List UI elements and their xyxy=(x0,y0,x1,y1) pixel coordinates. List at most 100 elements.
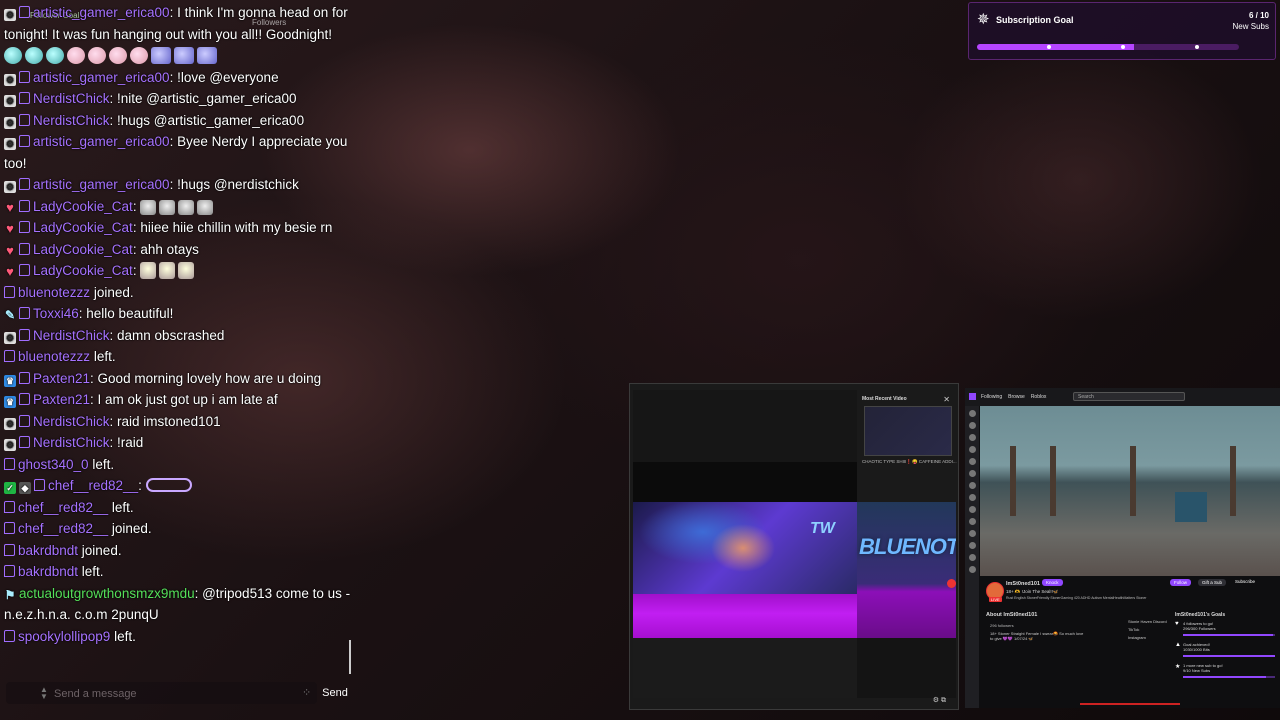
twitch-search-input[interactable]: Search xyxy=(1073,392,1185,401)
chat-input-container[interactable]: ▲▼ ⁘ xyxy=(6,682,317,704)
subscribe-button[interactable]: Subscribe xyxy=(1235,579,1255,584)
chat-username[interactable]: Paxten21 xyxy=(33,392,90,407)
chat-username[interactable]: bluenotezzz xyxy=(18,349,90,364)
chat-message: ✓ ◆ chef__red82__: xyxy=(4,475,354,497)
banner-artwork xyxy=(633,502,857,594)
chat-message-text: left. xyxy=(78,564,104,579)
sidebar-channel-avatar[interactable] xyxy=(969,554,976,561)
channel-name[interactable]: ImSt0ned101 xyxy=(1006,581,1040,587)
emote-icon xyxy=(109,47,127,64)
emote-icon xyxy=(197,199,214,215)
chat-username[interactable]: NerdistChick xyxy=(33,328,110,343)
stream-tags[interactable]: Rust English StonerFriendly StonerGaming… xyxy=(1006,596,1146,600)
channel-links: Stonie Haven Discord TikTok Instagram xyxy=(1128,618,1167,642)
sidebar-channel-avatar[interactable] xyxy=(969,518,976,525)
chat-username[interactable]: NerdistChick xyxy=(33,113,110,128)
sidebar-channel-avatar[interactable] xyxy=(969,446,976,453)
sidebar-channel-avatar[interactable] xyxy=(969,410,976,417)
chat-username[interactable]: LadyCookie_Cat xyxy=(33,220,133,235)
chat-username[interactable]: artistic_gamer_erica00 xyxy=(33,134,170,149)
sidebar-channel-avatar[interactable] xyxy=(969,494,976,501)
sidebar-channel-avatar[interactable] xyxy=(969,470,976,477)
panel-a-content xyxy=(633,638,857,698)
sidebar-channel-avatar[interactable] xyxy=(969,434,976,441)
chat-message: ♥ LadyCookie_Cat: hiiee hiie chillin with… xyxy=(4,217,354,239)
goal-item-bar xyxy=(1183,634,1275,636)
chat-username[interactable]: bakrdbndt xyxy=(18,543,78,558)
close-icon[interactable]: ✕ xyxy=(943,395,950,404)
chat-username[interactable]: bluenotezzz xyxy=(18,285,90,300)
chat-username[interactable]: NerdistChick xyxy=(33,414,110,429)
chat-message: spookylollipop9 left. xyxy=(4,626,354,648)
twitch-nav-item[interactable]: Following xyxy=(981,394,1002,400)
twitch-logo-icon[interactable] xyxy=(969,393,976,400)
game-scene-box xyxy=(1175,492,1207,522)
chat-username[interactable]: artistic_gamer_erica00 xyxy=(33,177,170,192)
gift-sub-button[interactable]: Gift a Sub xyxy=(1198,579,1227,586)
chat-message-text: joined. xyxy=(108,521,152,536)
prime-badge-icon xyxy=(19,436,30,448)
goal-item: 1 more new sub to go! 9/10 New Subs xyxy=(1183,663,1223,673)
vip-badge-icon: ⚙ xyxy=(4,9,16,21)
chat-username[interactable]: actualoutgrowthonsmzx9mdu xyxy=(19,586,195,601)
chat-username[interactable]: Toxxi46 xyxy=(33,306,79,321)
goal-item: Goal achieved! 1030/1000 Bits xyxy=(1183,642,1210,652)
twitch-nav-item[interactable]: Roblox xyxy=(1031,394,1047,400)
chat-message-text: : !love @everyone xyxy=(169,69,279,85)
chevron-updown-icon[interactable]: ▲ ▼ xyxy=(40,686,48,701)
emote-icon xyxy=(140,199,157,215)
chat-username[interactable]: chef__red82__ xyxy=(18,500,108,515)
chat-username[interactable]: chef__red82__ xyxy=(48,478,138,493)
chat-message: ⚙ artistic_gamer_erica00: !hugs @nerdistc… xyxy=(4,174,354,196)
sidebar-channel-avatar[interactable] xyxy=(969,422,976,429)
chat-username[interactable]: chef__red82__ xyxy=(18,521,108,536)
chat-message: ♛ Paxten21: Good morning lovely how are u… xyxy=(4,368,354,390)
followers-count: 296 followers xyxy=(990,623,1014,628)
sidebar-channel-avatar[interactable] xyxy=(969,458,976,465)
chat-message-text: : !hugs @nerdistchick xyxy=(169,177,299,192)
chat-message: bakrdbndt left. xyxy=(4,561,354,583)
chat-username[interactable]: LadyCookie_Cat xyxy=(33,199,133,214)
emote-icon xyxy=(88,47,106,64)
sidebar-channel-avatar[interactable] xyxy=(969,530,976,537)
recent-video-card[interactable]: Most Recent Video CHAOTIC TYPE SHIII❗😝 C… xyxy=(862,396,957,464)
chat-username[interactable]: artistic_gamer_erica00 xyxy=(33,5,170,20)
link-instagram[interactable]: Instagram xyxy=(1128,634,1167,642)
chat-username[interactable]: bakrdbndt xyxy=(18,564,78,579)
chat-scrollbar[interactable] xyxy=(349,640,351,674)
game-scene-beam xyxy=(1050,446,1056,516)
link-discord[interactable]: Stonie Haven Discord xyxy=(1128,618,1167,626)
chat-username[interactable]: ghost340_0 xyxy=(18,457,89,472)
chat-username[interactable]: NerdistChick xyxy=(33,91,110,106)
sidebar-channel-avatar[interactable] xyxy=(969,542,976,549)
recent-video-thumbnail[interactable] xyxy=(864,406,952,456)
prime-badge-icon xyxy=(19,371,30,384)
chat-username[interactable]: LadyCookie_Cat xyxy=(33,242,133,257)
knock-button[interactable]: Knock xyxy=(1042,579,1063,586)
window-controls-icon[interactable]: ⚙ ⧉ xyxy=(933,696,946,705)
chat-username[interactable]: spookylollipop9 xyxy=(18,629,110,644)
chat-username[interactable]: Paxten21 xyxy=(33,371,90,386)
chat-username[interactable]: LadyCookie_Cat xyxy=(33,263,133,278)
chat-username[interactable]: artistic_gamer_erica00 xyxy=(33,70,170,85)
sidebar-channel-avatar[interactable] xyxy=(969,506,976,513)
twitch-nav: Following Browse Roblox xyxy=(981,394,1052,400)
chat-message-text: : raid imstoned101 xyxy=(109,413,221,429)
chat-username[interactable]: NerdistChick xyxy=(33,435,110,450)
heart-badge-icon: ♥ xyxy=(6,242,14,258)
goal-item-bar-fill xyxy=(1183,655,1275,657)
goal-item-bar xyxy=(1183,655,1275,657)
follow-button[interactable]: Follow xyxy=(1170,579,1192,586)
panel-a-content-side xyxy=(857,638,956,698)
emote-picker-icon[interactable]: ⁘ xyxy=(302,686,311,699)
emote-icon xyxy=(178,199,195,215)
chat-message: bluenotezzz joined. xyxy=(4,282,354,304)
sidebar-channel-avatar[interactable] xyxy=(969,482,976,489)
twitch-nav-item[interactable]: Browse xyxy=(1008,394,1025,400)
link-tiktok[interactable]: TikTok xyxy=(1128,626,1167,634)
goal-item-bar xyxy=(1183,676,1275,678)
chat-message-input[interactable] xyxy=(52,684,296,704)
sidebar-channel-avatar[interactable] xyxy=(969,566,976,573)
game-video-player[interactable] xyxy=(980,406,1280,590)
send-button[interactable]: Send xyxy=(320,683,350,703)
